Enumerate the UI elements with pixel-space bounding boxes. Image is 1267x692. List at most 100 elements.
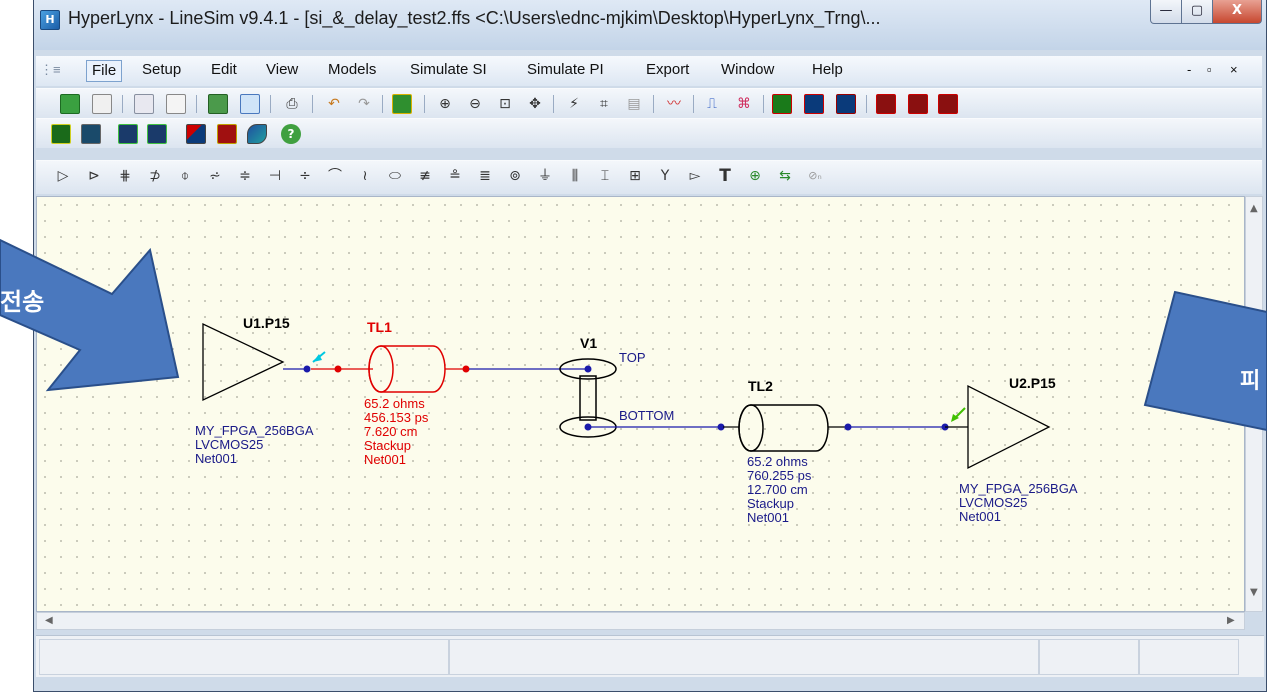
- hyperlynx-app-icon[interactable]: H: [40, 10, 60, 30]
- menu-help[interactable]: Help: [807, 60, 848, 82]
- menu-export[interactable]: Export: [641, 60, 694, 82]
- terminator-wizard-icon[interactable]: ⚡: [563, 93, 585, 115]
- spectrum-icon[interactable]: [51, 124, 71, 144]
- export-icon[interactable]: [240, 94, 260, 114]
- receiver-net: Net001: [959, 509, 1001, 524]
- via-top-layer: TOP: [619, 350, 646, 365]
- inductor-icon[interactable]: ⌒: [324, 165, 346, 187]
- thevenin-termination-icon[interactable]: ≣: [474, 165, 496, 187]
- batch-sim-icon[interactable]: [836, 94, 856, 114]
- rc-termination-icon[interactable]: ≢: [414, 165, 436, 187]
- voltage-source-icon[interactable]: ⊚: [504, 165, 526, 187]
- waveform-icon[interactable]: ⎍: [701, 93, 723, 115]
- minimize-button[interactable]: —: [1150, 0, 1182, 24]
- scroll-down-icon[interactable]: ▼: [1250, 587, 1258, 598]
- mdi-minimize-button[interactable]: -: [1187, 62, 1191, 77]
- ic-bus-icon[interactable]: ⋕: [114, 165, 136, 187]
- sparam-block-icon[interactable]: ⊘ₙ: [804, 165, 826, 187]
- ic-driver-icon[interactable]: ▷: [52, 165, 74, 187]
- probe-icon[interactable]: ▻: [684, 165, 706, 187]
- menu-window[interactable]: Window: [716, 60, 779, 82]
- inductor-vertical-icon[interactable]: ≀: [354, 165, 376, 187]
- menu-setup[interactable]: Setup: [137, 60, 186, 82]
- mdi-close-button[interactable]: ×: [1230, 62, 1238, 77]
- transmission-line-tl1[interactable]: [311, 345, 470, 393]
- channel-analysis-icon[interactable]: [186, 124, 206, 144]
- open-board-icon[interactable]: [134, 94, 154, 114]
- redo-icon[interactable]: ↷: [353, 93, 375, 115]
- serdes-icon[interactable]: [118, 124, 138, 144]
- ferrite-bead-icon[interactable]: ⬭: [384, 165, 406, 187]
- ground-icon[interactable]: ⏚: [534, 165, 556, 187]
- help-icon[interactable]: ?: [281, 124, 301, 144]
- package-icon[interactable]: ⊞: [624, 165, 646, 187]
- vertical-scrollbar[interactable]: ▲ ▼: [1245, 196, 1263, 612]
- crosstalk-icon[interactable]: 〰: [663, 93, 685, 115]
- ami-icon[interactable]: [147, 124, 167, 144]
- text-tool-icon[interactable]: T: [714, 165, 736, 187]
- zoom-in-icon[interactable]: ⊕: [434, 93, 456, 115]
- oscilloscope-icon[interactable]: [392, 94, 412, 114]
- ic-pin-icon[interactable]: ⊳: [83, 165, 105, 187]
- fit-to-window-icon[interactable]: ⊡: [494, 93, 516, 115]
- rl-termination-icon[interactable]: ≗: [444, 165, 466, 187]
- pan-icon[interactable]: ✥: [524, 93, 546, 115]
- menu-simulate-pi[interactable]: Simulate PI: [522, 60, 609, 82]
- decoupling-icon[interactable]: [908, 94, 928, 114]
- sweep-icon[interactable]: [772, 94, 792, 114]
- tl1-length: 7.620 cm: [364, 424, 417, 439]
- menu-edit[interactable]: Edit: [206, 60, 242, 82]
- connector-icon[interactable]: ⌶: [594, 165, 616, 187]
- report-icon[interactable]: ▤: [623, 93, 645, 115]
- ddr-wizard-icon[interactable]: [81, 124, 101, 144]
- new-schematic-icon[interactable]: [60, 94, 80, 114]
- tl2-net: Net001: [747, 510, 789, 525]
- tl1-delay: 456.153 ps: [364, 410, 429, 425]
- sparameter-icon[interactable]: [247, 124, 267, 144]
- decap-icon[interactable]: ⫼: [564, 165, 586, 187]
- impedance-icon[interactable]: ⌗: [593, 93, 615, 115]
- driver-buffer[interactable]: [202, 322, 326, 402]
- capacitor-icon[interactable]: ⊣: [264, 165, 286, 187]
- title-bar[interactable]: H HyperLynx - LineSim v9.4.1 - [si_&_del…: [34, 0, 1266, 50]
- eye-diagram-icon[interactable]: ⌘: [733, 93, 755, 115]
- scroll-up-icon[interactable]: ▲: [1250, 203, 1258, 214]
- fast-eye-icon[interactable]: [804, 94, 824, 114]
- transmission-line-tl2[interactable]: [723, 404, 852, 452]
- menu-models[interactable]: Models: [323, 60, 381, 82]
- receiver-ref: U2.P15: [1009, 375, 1056, 391]
- menu-view[interactable]: View: [261, 60, 303, 82]
- open-file-icon[interactable]: [92, 94, 112, 114]
- tl2-impedance: 65.2 ohms: [747, 454, 808, 469]
- dc-drop-icon[interactable]: [938, 94, 958, 114]
- split-icon[interactable]: Y: [654, 165, 676, 187]
- tl2-type: Stackup: [747, 496, 794, 511]
- maximize-button[interactable]: ▢: [1181, 0, 1213, 24]
- status-cell-main: [39, 639, 449, 675]
- undo-icon[interactable]: ↶: [323, 93, 345, 115]
- resistor-icon[interactable]: ⩫: [204, 165, 226, 187]
- via-v1[interactable]: [559, 358, 617, 438]
- schematic-drawing: U1.P15 MY_FPGA_256BGA LVCMOS25 Net001 TL…: [195, 315, 1078, 525]
- board-wizard-icon[interactable]: [208, 94, 228, 114]
- resistor-to-ground-icon[interactable]: ≑: [234, 165, 256, 187]
- menu-simulate-si[interactable]: Simulate SI: [405, 60, 492, 82]
- tl2-ref: TL2: [748, 378, 773, 394]
- print-icon[interactable]: ⎙: [281, 93, 303, 115]
- power-integrity-icon[interactable]: [876, 94, 896, 114]
- save-icon[interactable]: [166, 94, 186, 114]
- resistor-pack-icon[interactable]: ⌽: [174, 165, 196, 187]
- coupling-icon[interactable]: ⇆: [774, 165, 796, 187]
- scroll-left-icon[interactable]: ◀: [45, 615, 53, 626]
- close-button[interactable]: X: [1212, 0, 1262, 24]
- logic-gate-icon[interactable]: ⊅: [144, 165, 166, 187]
- mdi-restore-button[interactable]: ▫: [1207, 62, 1212, 77]
- zoom-out-icon[interactable]: ⊖: [464, 93, 486, 115]
- compliance-icon[interactable]: [217, 124, 237, 144]
- scroll-right-icon[interactable]: ▶: [1227, 615, 1235, 626]
- via-tool-icon[interactable]: ⊕: [744, 165, 766, 187]
- horizontal-scrollbar[interactable]: ◀ ▶: [36, 612, 1245, 630]
- receiver-buffer[interactable]: [945, 384, 1051, 470]
- menu-file[interactable]: File: [86, 60, 123, 82]
- capacitor-to-ground-icon[interactable]: ÷: [294, 165, 316, 187]
